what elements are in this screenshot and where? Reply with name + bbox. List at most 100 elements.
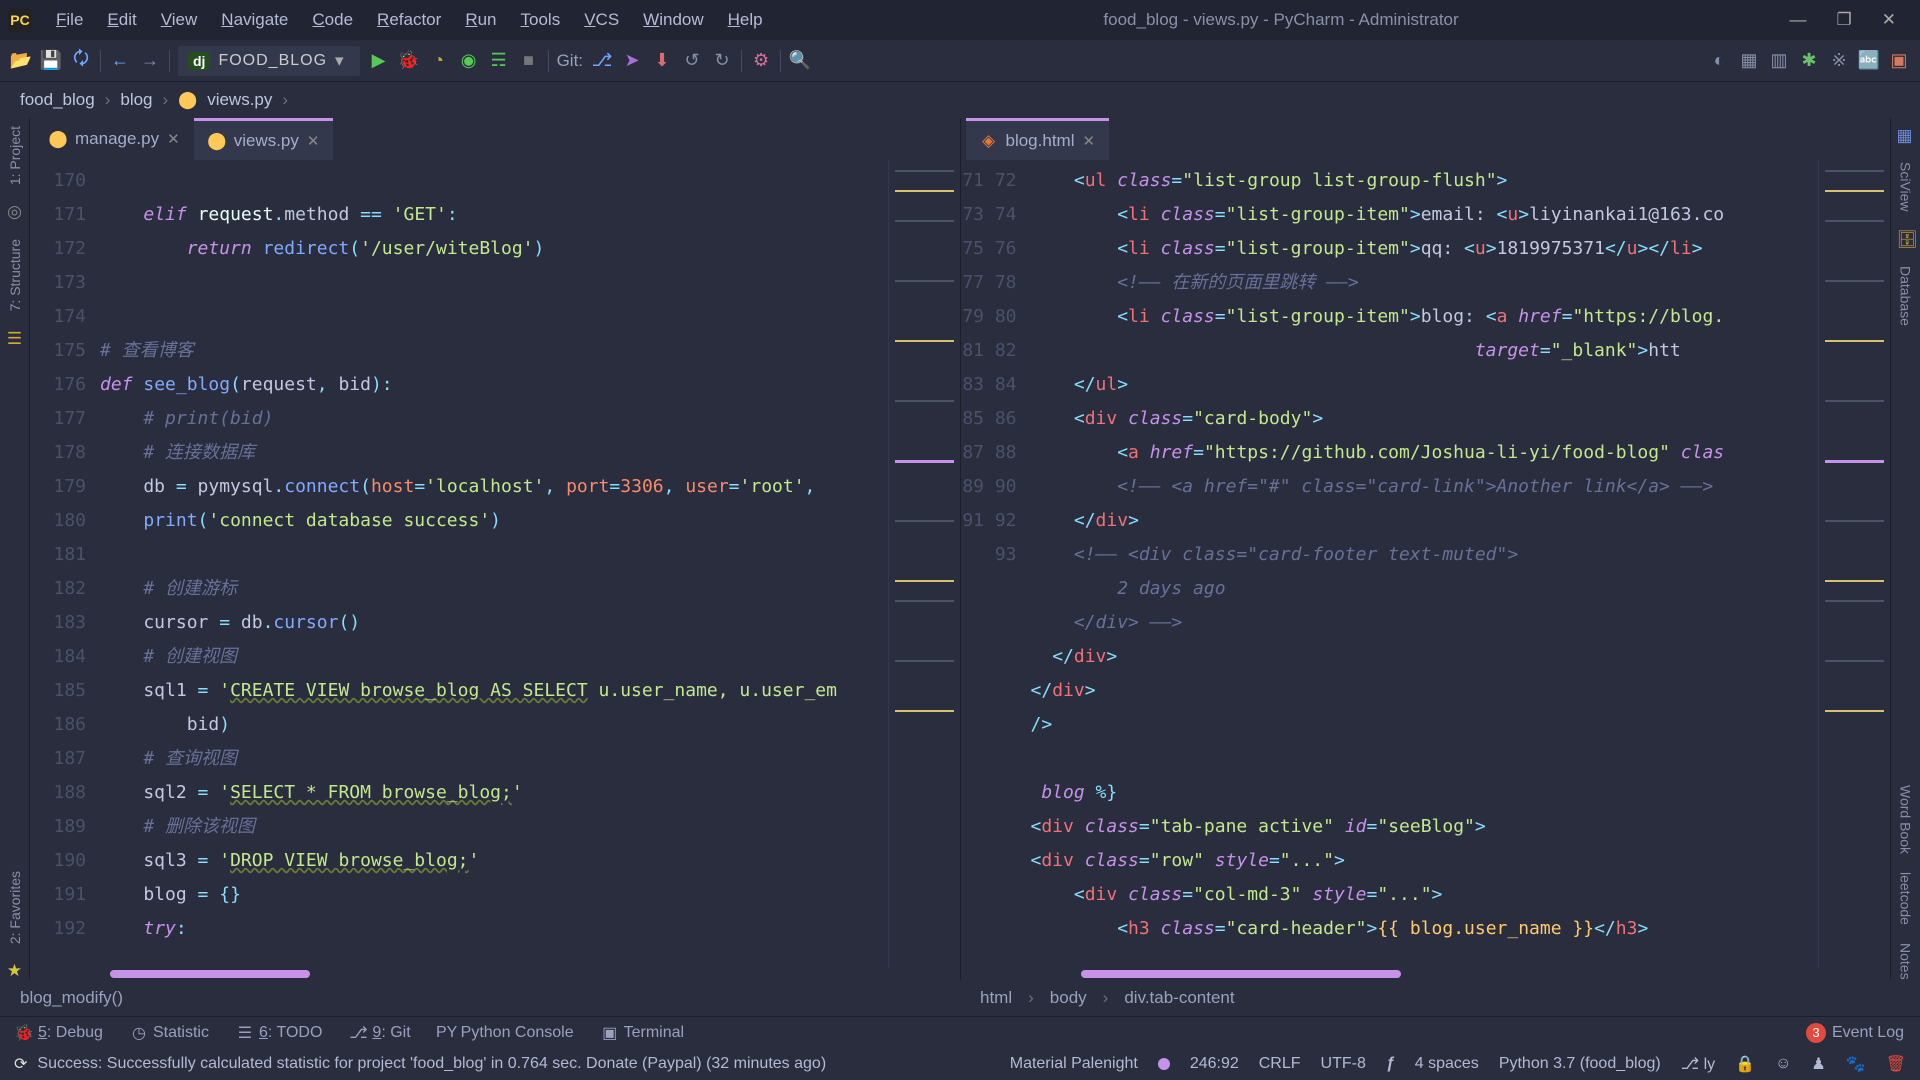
rollback-icon[interactable]: ↻ [711, 50, 733, 72]
tool-icon: ☰ [237, 1025, 253, 1041]
menu-file[interactable]: File [46, 6, 93, 34]
tool-terminal[interactable]: ▣Terminal [602, 1024, 684, 1042]
database-icon[interactable]: 🗄 [1897, 230, 1915, 248]
encoding[interactable]: UTF-8 [1321, 1055, 1366, 1073]
search-icon[interactable]: 🔍 [789, 50, 811, 72]
save-icon[interactable]: 💾 [40, 50, 62, 72]
settings-icon[interactable]: ⚙ [750, 50, 772, 72]
scrollbar-thumb[interactable] [110, 970, 310, 978]
sync-status-icon[interactable]: ⟳ [14, 1054, 27, 1074]
forward-icon[interactable]: → [139, 50, 161, 72]
tool-favorites[interactable]: 2: Favorites [7, 871, 23, 944]
open-icon[interactable]: 📂 [10, 50, 32, 72]
plugin-icon-7[interactable]: ▣ [1888, 50, 1910, 72]
back-icon[interactable]: ← [109, 50, 131, 72]
minimap[interactable] [1818, 160, 1890, 968]
menu-window[interactable]: Window [633, 6, 713, 34]
breadcrumb-root[interactable]: food_blog [20, 90, 95, 110]
cursor-position[interactable]: 246:92 [1190, 1055, 1239, 1073]
plugin-icon-2[interactable]: ▦ [1738, 50, 1760, 72]
indent-info[interactable]: 4 spaces [1415, 1055, 1479, 1073]
tool-structure[interactable]: 7: Structure [7, 239, 23, 311]
maximize-icon[interactable]: ❐ [1837, 10, 1852, 30]
horizontal-scrollbar[interactable] [961, 968, 1891, 980]
code-content[interactable]: <ul class="list-group list-group-flush">… [1031, 160, 1819, 968]
branch-icon[interactable]: ⎇ [591, 50, 613, 72]
menu-refactor[interactable]: Refactor [367, 6, 451, 34]
run-configuration-selector[interactable]: dj FOOD_BLOG ▾ [178, 46, 360, 76]
theme-name[interactable]: Material Palenight [1010, 1055, 1138, 1073]
close-icon[interactable]: ✕ [1882, 10, 1896, 30]
tab-blog-html[interactable]: ◈blog.html✕ [966, 118, 1110, 160]
git-branch[interactable]: ⎇ ly [1681, 1054, 1715, 1074]
tab-manage-py[interactable]: ⬤manage.py✕ [35, 118, 194, 160]
menu-tools[interactable]: Tools [511, 6, 571, 34]
current-function[interactable]: blog_modify() [20, 988, 123, 1008]
memory-icon[interactable]: ♟ [1811, 1054, 1825, 1074]
concurrency-icon[interactable]: ☴ [488, 50, 510, 72]
menu-code[interactable]: Code [302, 6, 363, 34]
interpreter[interactable]: Python 3.7 (food_blog) [1499, 1055, 1661, 1073]
scrollbar-thumb[interactable] [1081, 970, 1401, 978]
debug-icon[interactable]: 🐞 [398, 50, 420, 72]
breadcrumb: food_blog › blog › ⬤ views.py › [0, 82, 1920, 118]
menu-vcs[interactable]: VCS [574, 6, 629, 34]
inspect-icon[interactable]: ☺ [1775, 1055, 1791, 1073]
dom-path-segment[interactable]: div.tab-content [1124, 988, 1234, 1008]
code-editor-right[interactable]: 71 72 73 74 75 76 77 78 79 80 81 82 83 8… [961, 160, 1891, 968]
translate-icon[interactable]: 🔤 [1858, 50, 1880, 72]
run-icon[interactable]: ▶ [368, 50, 390, 72]
tool-statistic[interactable]: ◷Statistic [131, 1024, 209, 1042]
close-tab-icon[interactable]: ✕ [307, 132, 320, 150]
close-tab-icon[interactable]: ✕ [167, 130, 180, 148]
breadcrumb-file[interactable]: views.py [207, 90, 272, 110]
horizontal-scrollbar[interactable] [30, 968, 960, 980]
minimap[interactable] [888, 160, 960, 968]
stop-icon[interactable]: ■ [518, 50, 540, 72]
plugin-icon-4[interactable]: ✱ [1798, 50, 1820, 72]
tool-notes[interactable]: Notes [1898, 943, 1914, 980]
profile-icon[interactable]: ◉ [458, 50, 480, 72]
tool-database[interactable]: Database [1898, 266, 1914, 326]
tool-wordbook[interactable]: Word Book [1898, 785, 1914, 854]
structure-icon[interactable]: ☰ [6, 330, 24, 348]
menu-navigate[interactable]: Navigate [211, 6, 298, 34]
separator [100, 50, 101, 72]
tool-todo[interactable]: ☰6: TODO [237, 1024, 322, 1042]
minimize-icon[interactable]: — [1790, 10, 1807, 30]
file-type-icon: ◈ [980, 132, 998, 150]
update-icon[interactable]: ⬇ [651, 50, 673, 72]
close-tab-icon[interactable]: ✕ [1082, 132, 1095, 150]
menu-help[interactable]: Help [718, 6, 773, 34]
tool-pythonconsole[interactable]: PYPython Console [439, 1024, 574, 1042]
tool-git[interactable]: ⎇9: Git [350, 1024, 410, 1042]
tab-views-py[interactable]: ⬤views.py✕ [194, 118, 334, 160]
menu-run[interactable]: Run [455, 6, 506, 34]
commit-icon[interactable]: ➤ [621, 50, 643, 72]
plugin-icon-5[interactable]: ※ [1828, 50, 1850, 72]
menu-view[interactable]: View [151, 6, 208, 34]
dom-path-segment[interactable]: body [1050, 988, 1087, 1008]
plugin-icon-3[interactable]: ▥ [1768, 50, 1790, 72]
code-content[interactable]: elif request.method == 'GET': return red… [100, 160, 888, 968]
menu-edit[interactable]: Edit [97, 6, 146, 34]
plugin-icon-1[interactable]: ◐ [1708, 50, 1730, 72]
sciview-icon[interactable]: ▦ [1897, 126, 1915, 144]
star-icon[interactable]: ★ [6, 962, 24, 980]
dom-path-segment[interactable]: html [980, 988, 1012, 1008]
line-ending[interactable]: CRLF [1259, 1055, 1301, 1073]
code-editor-left[interactable]: 170 171 172 173 174 175 176 177 178 179 … [30, 160, 960, 968]
tool-debug[interactable]: 🐞5: Debug [16, 1024, 103, 1042]
history-icon[interactable]: ↺ [681, 50, 703, 72]
tool-leetcode[interactable]: leetcode [1898, 872, 1914, 925]
coverage-icon[interactable]: ◔ [428, 50, 450, 72]
lock-icon[interactable]: 🔒 [1735, 1054, 1755, 1074]
breadcrumb-folder[interactable]: blog [120, 90, 152, 110]
notifications-icon[interactable]: 🐾 [1846, 1054, 1866, 1074]
tool-project[interactable]: 1: Project [7, 126, 23, 185]
tool-sciview[interactable]: SciView [1898, 162, 1914, 212]
trash-icon[interactable]: 🗑 [1886, 1054, 1906, 1074]
event-log-button[interactable]: 3Event Log [1806, 1023, 1904, 1043]
target-icon[interactable]: ◎ [6, 203, 24, 221]
sync-icon[interactable]: 🗘 [70, 50, 92, 72]
